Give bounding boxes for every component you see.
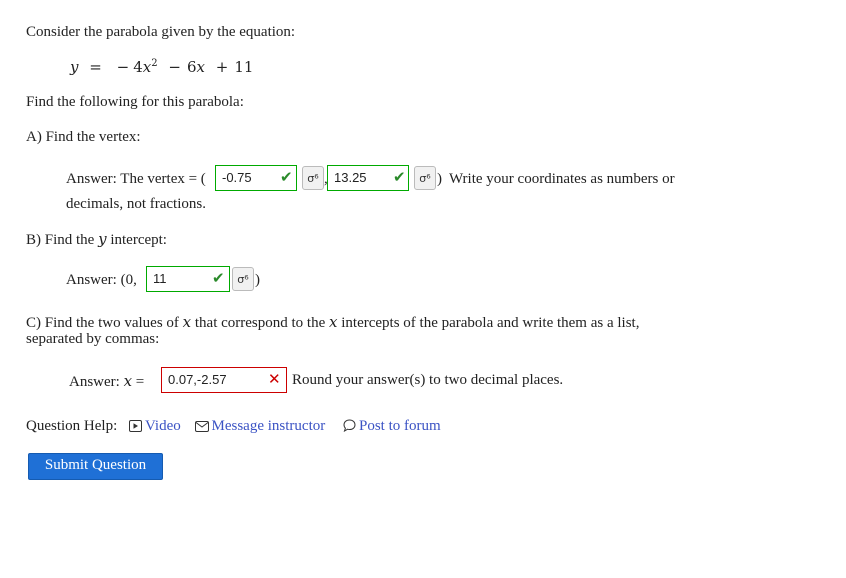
part-c-line1-b: that correspond to the	[191, 315, 330, 331]
question-help-label: Question Help:	[26, 418, 118, 434]
eq-var2: x	[142, 58, 152, 76]
eq-coef1: 6	[186, 58, 197, 76]
eq-const: 11	[234, 58, 254, 76]
part-c-line2: separated by commas:	[26, 331, 160, 347]
part-a-close-paren: )	[437, 171, 442, 187]
part-c-line1-var: x	[182, 313, 192, 331]
part-c-answer-label: Answer:	[69, 374, 124, 390]
eq-lhs: y	[70, 58, 79, 76]
submit-question-button[interactable]: Submit Question	[28, 453, 163, 480]
mail-icon	[194, 421, 209, 432]
part-c-answer-prefix: Answer: x =	[69, 372, 144, 391]
part-c-line1-a: C) Find the two values of	[26, 315, 183, 331]
intro-text: Consider the parabola given by the equat…	[26, 24, 296, 40]
chat-bubble-icon	[343, 419, 356, 432]
vertex-x-correct-icon: ✔	[280, 168, 293, 186]
eq-equals: =	[89, 58, 102, 76]
question-help: Question Help: Video Message instructor …	[26, 418, 441, 435]
part-c-instruction: Round your answer(s) to two decimal plac…	[292, 372, 564, 388]
eq-var1: x	[196, 58, 205, 76]
part-a-instruction-line1: Write your coordinates as numbers or	[449, 171, 675, 187]
part-a-label: A) Find the vertex:	[26, 129, 141, 145]
vertex-x-preview-button[interactable]: σ⁶	[302, 166, 324, 190]
part-b-label: B) Find the y intercept:	[26, 230, 167, 249]
part-a-answer-prefix: Answer: The vertex = (	[66, 171, 206, 187]
vertex-y-preview-button[interactable]: σ⁶	[414, 166, 436, 190]
video-link[interactable]: Video	[129, 418, 185, 434]
part-b-answer-prefix: Answer: (0,	[66, 272, 137, 288]
part-b-close-paren: )	[255, 272, 260, 288]
post-to-forum-label: Post to forum	[359, 418, 441, 434]
part-b-label-prefix: B) Find the	[26, 232, 99, 248]
part-c-answer-var: x	[123, 372, 133, 390]
part-c-line1: C) Find the two values of x that corresp…	[26, 313, 639, 332]
part-b-label-suffix: intercept:	[106, 232, 167, 248]
parabola-equation: y = −4x2 −6x +11	[70, 58, 253, 76]
x-intercepts-incorrect-icon: ✕	[268, 370, 281, 388]
part-b-label-var: y	[98, 230, 107, 248]
eq-minus: −	[116, 58, 130, 76]
vertex-y-correct-icon: ✔	[393, 168, 406, 186]
y-intercept-correct-icon: ✔	[212, 269, 225, 287]
eq-exp2: 2	[151, 58, 158, 69]
find-following-text: Find the following for this parabola:	[26, 94, 244, 110]
y-intercept-preview-button[interactable]: σ⁶	[232, 267, 254, 291]
eq-plus: +	[215, 58, 229, 76]
part-c-answer-eq: =	[132, 374, 145, 390]
eq-coef2: 4	[133, 58, 143, 76]
video-link-label: Video	[145, 418, 181, 434]
part-c-line1-c: intercepts of the parabola and write the…	[337, 315, 640, 331]
eq-minus2: −	[168, 58, 181, 76]
part-a-instruction-line2: decimals, not fractions.	[66, 196, 206, 212]
video-icon	[129, 420, 142, 432]
message-instructor-label: Message instructor	[211, 418, 326, 434]
message-instructor-link[interactable]: Message instructor	[194, 418, 329, 434]
post-to-forum-link[interactable]: Post to forum	[343, 418, 441, 434]
